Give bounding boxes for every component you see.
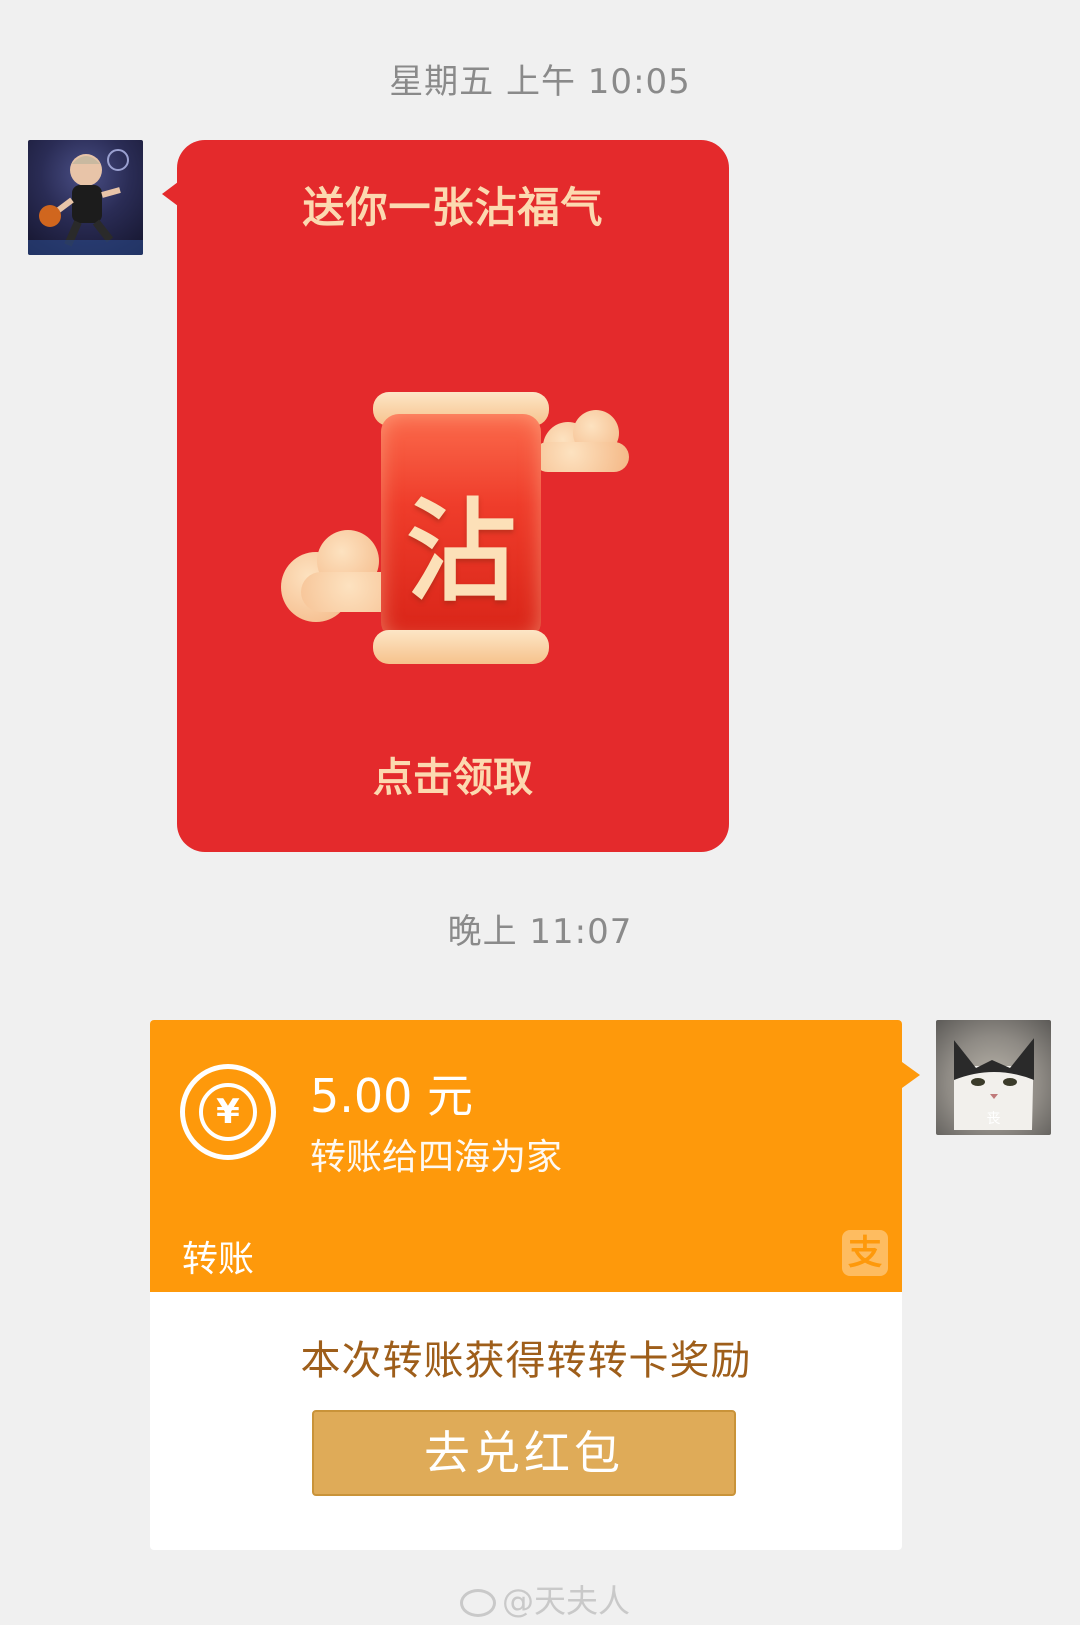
- bubble-tail: [902, 1062, 920, 1088]
- watermark-text: @天夫人: [502, 1582, 631, 1620]
- yuan-icon: ¥: [199, 1083, 257, 1141]
- envelope-character: 沾: [406, 487, 516, 616]
- claim-link[interactable]: 点击领取: [177, 745, 729, 803]
- transfer-amount: 5.00 元: [310, 1069, 474, 1123]
- sender-avatar[interactable]: [28, 140, 143, 255]
- basketball-player-image: [28, 149, 143, 255]
- lucky-envelope-icon: 沾: [373, 392, 549, 664]
- alipay-icon: 支: [842, 1230, 888, 1276]
- transfer-type-label: 转账: [182, 1239, 255, 1280]
- timestamp: 晚上 11:07: [447, 912, 633, 952]
- envelope-bottom: [373, 630, 549, 664]
- redeem-red-packet-button[interactable]: 去兑红包: [312, 1410, 736, 1496]
- transfer-exchange-icon: ¥: [180, 1064, 276, 1160]
- timestamp: 星期五 上午 10:05: [389, 62, 691, 102]
- transfer-header: ¥ 5.00 元 转账给四海为家 转账 支: [150, 1020, 902, 1292]
- red-packet-card[interactable]: 送你一张沾福气 沾 点击领取: [177, 140, 729, 852]
- red-packet-title: 送你一张沾福气: [302, 183, 604, 232]
- watermark: @天夫人: [460, 1576, 630, 1622]
- transfer-card[interactable]: ¥ 5.00 元 转账给四海为家 转账 支 本次转账获得转转卡奖励 去兑红包: [150, 1020, 902, 1550]
- bubble-tail: [162, 182, 178, 206]
- avatar-caption: 丧: [986, 1111, 1001, 1127]
- reward-text: 本次转账获得转转卡奖励: [300, 1338, 752, 1384]
- weibo-icon: [460, 1589, 496, 1617]
- my-avatar[interactable]: 丧: [936, 1020, 1051, 1135]
- transfer-recipient: 转账给四海为家: [310, 1137, 563, 1178]
